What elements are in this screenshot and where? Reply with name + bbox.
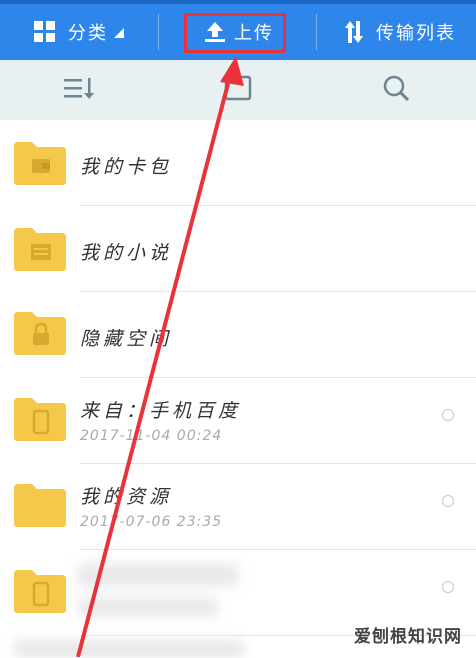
folder-icon <box>12 396 68 442</box>
divider <box>158 14 159 50</box>
transfer-arrows-icon <box>344 21 364 43</box>
sort-icon <box>62 76 94 104</box>
toolbar <box>0 60 476 120</box>
list-item[interactable]: 来自：手机百度 2017-11-04 00:24 <box>0 378 476 464</box>
transfer-list-button[interactable]: 传输列表 <box>344 8 456 56</box>
blurred-row <box>14 640 244 658</box>
folder-name: 我的资源 <box>80 486 173 508</box>
search-button[interactable] <box>380 74 412 106</box>
list-item[interactable]: 我的小说 <box>0 206 476 292</box>
top-strip <box>0 0 476 4</box>
list-item[interactable]: 我的卡包 <box>0 120 476 206</box>
search-icon <box>382 74 410 106</box>
folder-icon <box>12 482 68 528</box>
top-nav-bar: 分类 上传 传输列表 <box>0 0 476 60</box>
folder-name: 我的卡包 <box>80 156 173 178</box>
select-radio[interactable] <box>442 581 454 593</box>
folder-icon <box>12 226 68 272</box>
upload-highlight-box <box>184 13 286 53</box>
watermark: 爱刨根知识网 <box>354 627 462 647</box>
folder-name: 我的小说 <box>80 242 173 264</box>
folder-icon <box>12 140 68 186</box>
select-button[interactable] <box>222 75 254 105</box>
list-item[interactable]: 隐藏空间 <box>0 292 476 378</box>
transfer-label: 传输列表 <box>376 23 456 44</box>
list-item[interactable]: 我的资源 2017-07-06 23:35 <box>0 464 476 550</box>
folder-name: 来自：手机百度 <box>80 400 242 422</box>
sort-button[interactable] <box>62 76 94 104</box>
folder-date: 2017-11-04 00:24 <box>80 428 223 444</box>
caret-down-icon <box>112 26 124 38</box>
folder-name: 隐藏空间 <box>80 328 173 350</box>
folder-icon <box>12 310 68 356</box>
divider <box>316 14 317 50</box>
grid-icon <box>34 21 56 43</box>
blurred-date <box>78 598 218 616</box>
checkbox-square-icon <box>224 75 252 105</box>
folder-date: 2017-07-06 23:35 <box>80 514 223 530</box>
category-label: 分类 <box>68 23 108 44</box>
select-radio[interactable] <box>442 495 454 507</box>
blurred-name <box>78 564 238 586</box>
folder-icon <box>12 568 68 614</box>
category-button[interactable]: 分类 <box>34 8 124 56</box>
select-radio[interactable] <box>442 409 454 421</box>
